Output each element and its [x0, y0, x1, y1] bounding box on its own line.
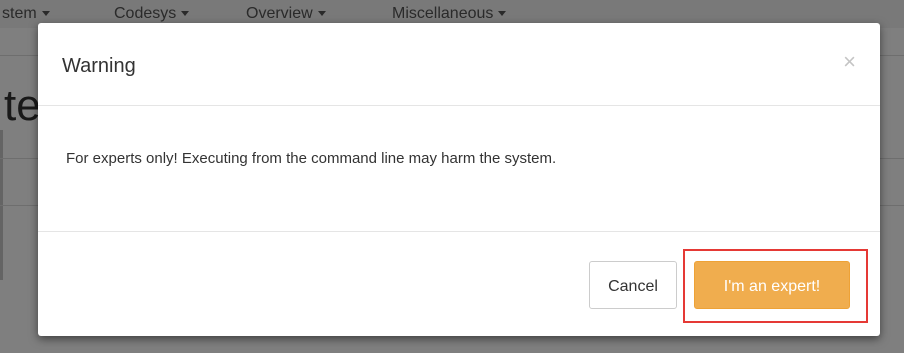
dialog-footer: Cancel I'm an expert!	[38, 232, 880, 336]
dialog-title: Warning	[62, 55, 136, 77]
warning-dialog: Warning × For experts only! Executing fr…	[38, 23, 880, 336]
warning-message: For experts only! Executing from the com…	[66, 150, 557, 167]
cancel-button[interactable]: Cancel	[589, 261, 677, 309]
close-icon[interactable]: ×	[843, 51, 856, 73]
dialog-header: Warning ×	[38, 23, 880, 106]
confirm-expert-button[interactable]: I'm an expert!	[694, 261, 850, 309]
dialog-body: For experts only! Executing from the com…	[38, 106, 880, 232]
